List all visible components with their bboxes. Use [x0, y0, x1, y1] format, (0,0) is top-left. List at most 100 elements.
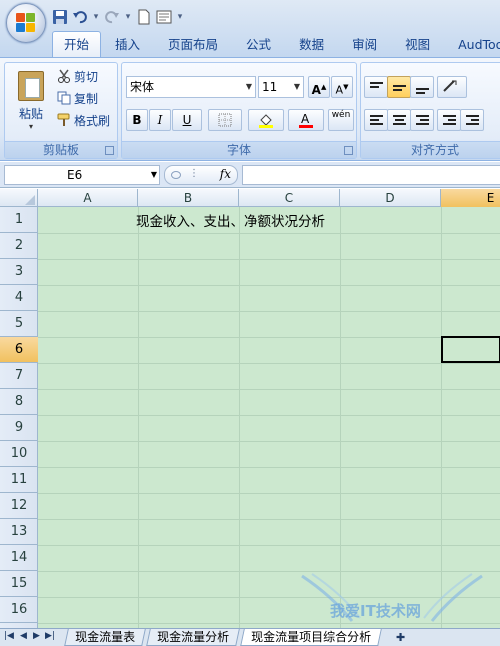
sheet-tab-cashflow[interactable]: 现金流量表: [64, 629, 146, 646]
worksheet-grid[interactable]: A B C D E 1 2 3 4 5 6 7 8 9 10 11 12 13 …: [0, 189, 500, 628]
phonetic-guide-button[interactable]: wén: [328, 109, 354, 131]
customize-qat-icon[interactable]: ▾: [176, 12, 184, 22]
column-header-a[interactable]: A: [38, 189, 138, 207]
font-name-select[interactable]: 宋体 ▼: [126, 76, 256, 98]
next-sheet-icon[interactable]: ▶: [33, 631, 40, 641]
new-document-icon[interactable]: [136, 9, 152, 25]
gridline: [38, 311, 500, 312]
tab-home[interactable]: 开始: [52, 31, 102, 57]
row-header-5[interactable]: 5: [0, 311, 38, 337]
tab-page-layout[interactable]: 页面布局: [154, 33, 232, 57]
align-right-button[interactable]: [410, 109, 434, 131]
italic-button[interactable]: I: [149, 109, 171, 131]
name-box-value: E6: [67, 168, 83, 182]
format-painter-button[interactable]: 格式刷: [57, 110, 110, 130]
grow-font-button[interactable]: A▲: [308, 76, 330, 98]
row-header-4[interactable]: 4: [0, 285, 38, 311]
column-header-c[interactable]: C: [239, 189, 340, 207]
clipboard-dialog-launcher-icon[interactable]: [105, 146, 114, 155]
row-header-9[interactable]: 9: [0, 415, 38, 441]
paste-label: 粘贴: [18, 107, 43, 121]
gridline: [38, 285, 500, 286]
redo-dropdown-icon[interactable]: ▾: [124, 12, 132, 22]
office-button[interactable]: [6, 3, 46, 43]
formula-bar: E6 ▼ ⋮ fx: [0, 162, 500, 188]
row-header-12[interactable]: 12: [0, 493, 38, 519]
align-center-button[interactable]: [387, 109, 411, 131]
row-header-11[interactable]: 11: [0, 467, 38, 493]
alignment-group: 对齐方式: [360, 62, 500, 159]
cut-button[interactable]: 剪切: [57, 66, 98, 86]
row-header-15[interactable]: 15: [0, 571, 38, 597]
row-header-1[interactable]: 1: [0, 207, 38, 233]
gridline: [38, 259, 500, 260]
undo-icon[interactable]: [72, 9, 88, 25]
row-header-16[interactable]: 16: [0, 597, 38, 623]
middle-align-icon: [393, 85, 406, 93]
font-dialog-launcher-icon[interactable]: [344, 146, 353, 155]
row-header-2[interactable]: 2: [0, 233, 38, 259]
decrease-indent-button[interactable]: [437, 109, 461, 131]
bold-button[interactable]: B: [126, 109, 148, 131]
sheet-tab-comprehensive[interactable]: 现金流量项目综合分析: [240, 629, 382, 646]
cell-b1[interactable]: 现金收入、支出、净额状况分析: [136, 210, 325, 230]
top-align-button[interactable]: [364, 76, 388, 98]
underline-button[interactable]: U: [172, 109, 202, 131]
align-left-button[interactable]: [364, 109, 388, 131]
phonetic-label: wén: [331, 110, 351, 120]
paste-button[interactable]: 粘贴 ▾: [13, 69, 49, 131]
sheet-tab-cashflow-analysis[interactable]: 现金流量分析: [146, 629, 240, 646]
formula-input[interactable]: [242, 165, 500, 185]
name-box[interactable]: E6 ▼: [4, 165, 160, 185]
watermark-text: 我爱IT技术网: [330, 602, 421, 620]
top-align-icon: [370, 82, 383, 90]
last-sheet-icon[interactable]: ▶|: [45, 631, 55, 641]
copy-button[interactable]: 复制: [57, 88, 98, 108]
resize-handle-icon[interactable]: [171, 171, 181, 179]
gridline: [239, 207, 240, 628]
prev-sheet-icon[interactable]: ◀: [20, 631, 27, 641]
print-preview-icon[interactable]: [156, 9, 172, 25]
row-header-10[interactable]: 10: [0, 441, 38, 467]
tab-review[interactable]: 审阅: [338, 33, 391, 57]
redo-icon[interactable]: [104, 9, 120, 25]
gridline: [38, 545, 500, 546]
save-icon[interactable]: [52, 9, 68, 25]
font-color-button[interactable]: A: [288, 109, 324, 131]
column-header-e[interactable]: E: [441, 189, 500, 207]
column-header-b[interactable]: B: [138, 189, 239, 207]
bottom-align-button[interactable]: [410, 76, 434, 98]
tab-data[interactable]: 数据: [285, 33, 338, 57]
align-center-icon: [393, 115, 406, 127]
row-header-13[interactable]: 13: [0, 519, 38, 545]
fill-color-button[interactable]: [248, 109, 284, 131]
increase-indent-button[interactable]: [460, 109, 484, 131]
row-header-3[interactable]: 3: [0, 259, 38, 285]
column-header-d[interactable]: D: [340, 189, 441, 207]
tab-insert[interactable]: 插入: [101, 33, 154, 57]
middle-align-button[interactable]: [387, 76, 411, 98]
orientation-button[interactable]: [437, 76, 467, 98]
insert-function-button[interactable]: fx: [220, 167, 231, 181]
insert-sheet-icon[interactable]: ✚: [396, 631, 405, 644]
font-size-select[interactable]: 11 ▼: [258, 76, 304, 98]
row-header-14[interactable]: 14: [0, 545, 38, 571]
gridline: [138, 207, 139, 628]
tab-audtool[interactable]: AudToo: [444, 33, 500, 57]
gridline: [38, 519, 500, 520]
undo-dropdown-icon[interactable]: ▾: [92, 12, 100, 22]
row-header-6[interactable]: 6: [0, 337, 38, 363]
tab-view[interactable]: 视图: [391, 33, 444, 57]
row-header-7[interactable]: 7: [0, 363, 38, 389]
gridline: [38, 571, 500, 572]
clipboard-group-label: 剪贴板: [5, 141, 117, 158]
copy-label: 复制: [74, 91, 99, 106]
shrink-font-button[interactable]: A▼: [331, 76, 353, 98]
first-sheet-icon[interactable]: |◀: [4, 631, 14, 641]
row-header-8[interactable]: 8: [0, 389, 38, 415]
tab-formulas[interactable]: 公式: [232, 33, 285, 57]
borders-button[interactable]: [208, 109, 242, 131]
select-all-button[interactable]: [0, 189, 38, 207]
selected-cell-e6[interactable]: [441, 336, 500, 363]
align-right-icon: [416, 115, 429, 127]
